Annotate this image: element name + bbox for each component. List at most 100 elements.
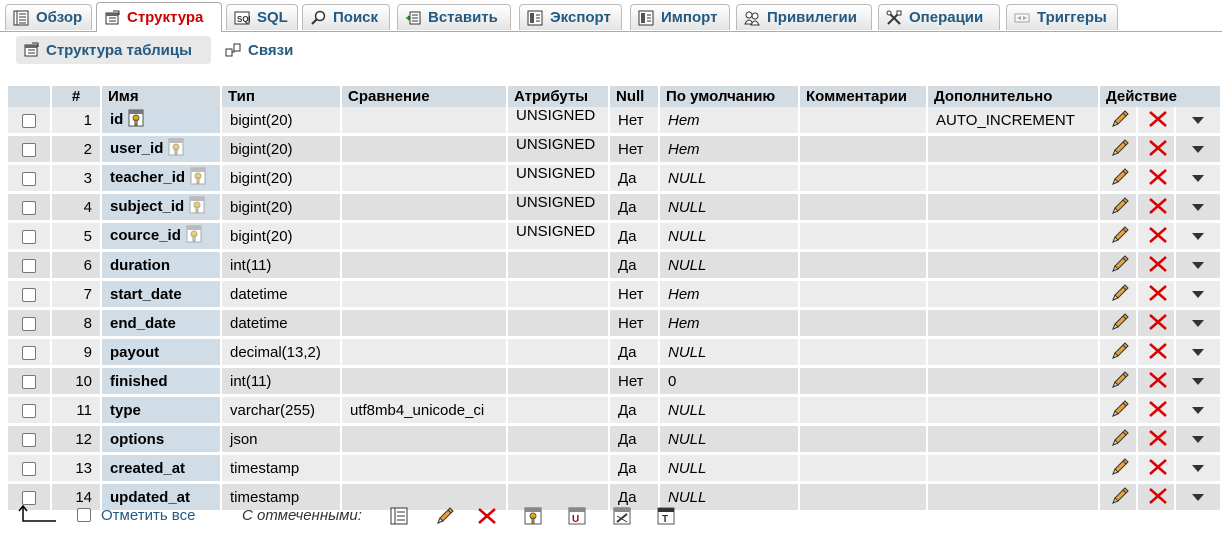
index-icon[interactable]	[612, 506, 632, 526]
column-name-cell[interactable]: duration	[102, 252, 220, 281]
drop-icon[interactable]	[1146, 455, 1170, 479]
tab-operations[interactable]: Операции	[878, 4, 1000, 30]
column-name-cell[interactable]: end_date	[102, 310, 220, 339]
edit-icon[interactable]	[1108, 252, 1132, 276]
edit-icon[interactable]	[1108, 136, 1132, 160]
more-action[interactable]	[1176, 107, 1221, 136]
tab-triggers[interactable]: Триггеры	[1006, 4, 1118, 30]
drop-action[interactable]	[1138, 397, 1174, 426]
edit-icon[interactable]	[1108, 194, 1132, 218]
column-header[interactable]: Имя	[102, 86, 220, 107]
column-name-cell[interactable]: options	[102, 426, 220, 455]
edit-icon[interactable]	[1108, 223, 1132, 247]
edit-icon[interactable]	[435, 506, 455, 526]
drop-action[interactable]	[1138, 426, 1174, 455]
column-header[interactable]: По умолчанию	[660, 86, 798, 107]
column-header[interactable]: Сравнение	[342, 86, 506, 107]
primary-key-icon[interactable]	[523, 506, 543, 526]
edit-action[interactable]	[1100, 281, 1136, 310]
drop-action[interactable]	[1138, 194, 1174, 223]
more-action[interactable]	[1176, 165, 1221, 194]
fulltext-icon[interactable]: T	[656, 506, 676, 526]
subtab-relations[interactable]: Связи	[218, 36, 308, 64]
row-checkbox[interactable]	[8, 136, 50, 165]
edit-action[interactable]	[1100, 252, 1136, 281]
drop-icon[interactable]	[1146, 136, 1170, 160]
column-name-cell[interactable]: start_date	[102, 281, 220, 310]
edit-action[interactable]	[1100, 107, 1136, 136]
drop-action[interactable]	[1138, 252, 1174, 281]
edit-action[interactable]	[1100, 368, 1136, 397]
column-name-cell[interactable]: created_at	[102, 455, 220, 484]
drop-icon[interactable]	[1146, 107, 1170, 131]
drop-action[interactable]	[1138, 281, 1174, 310]
row-checkbox[interactable]	[8, 368, 50, 397]
column-header[interactable]: Атрибуты	[508, 86, 608, 107]
more-dropdown-icon[interactable]	[1186, 108, 1210, 132]
subtab-table-structure[interactable]: Структура таблицы	[16, 36, 211, 64]
edit-icon[interactable]	[1108, 397, 1132, 421]
more-action[interactable]	[1176, 426, 1221, 455]
column-header[interactable]: Тип	[222, 86, 340, 107]
drop-action[interactable]	[1138, 165, 1174, 194]
column-name-cell[interactable]: type	[102, 397, 220, 426]
drop-action[interactable]	[1138, 368, 1174, 397]
tab-structure[interactable]: Структура	[96, 2, 222, 32]
unique-icon[interactable]: U	[567, 506, 587, 526]
more-dropdown-icon[interactable]	[1186, 398, 1210, 422]
check-all-link[interactable]: Отметить все	[101, 502, 195, 528]
more-dropdown-icon[interactable]	[1186, 166, 1210, 190]
check-all-checkbox[interactable]	[77, 502, 91, 528]
browse-icon[interactable]	[389, 506, 409, 526]
column-name-cell[interactable]: user_id	[102, 136, 220, 165]
edit-action[interactable]	[1100, 339, 1136, 368]
drop-action[interactable]	[1138, 339, 1174, 368]
row-checkbox[interactable]	[8, 165, 50, 194]
drop-action[interactable]	[1138, 223, 1174, 252]
more-action[interactable]	[1176, 194, 1221, 223]
row-checkbox[interactable]	[8, 310, 50, 339]
more-dropdown-icon[interactable]	[1186, 224, 1210, 248]
edit-action[interactable]	[1100, 455, 1136, 484]
row-checkbox[interactable]	[8, 397, 50, 426]
drop-icon[interactable]	[1146, 397, 1170, 421]
drop-icon[interactable]	[477, 506, 497, 526]
drop-action[interactable]	[1138, 136, 1174, 165]
edit-icon[interactable]	[1108, 310, 1132, 334]
column-header[interactable]: Дополнительно	[928, 86, 1098, 107]
row-checkbox[interactable]	[8, 194, 50, 223]
edit-icon[interactable]	[1108, 426, 1132, 450]
drop-icon[interactable]	[1146, 426, 1170, 450]
edit-action[interactable]	[1100, 223, 1136, 252]
more-action[interactable]	[1176, 310, 1221, 339]
more-dropdown-icon[interactable]	[1186, 311, 1210, 335]
column-name-cell[interactable]: subject_id	[102, 194, 220, 223]
drop-icon[interactable]	[1146, 368, 1170, 392]
more-action[interactable]	[1176, 252, 1221, 281]
column-name-cell[interactable]: cource_id	[102, 223, 220, 252]
more-action[interactable]	[1176, 368, 1221, 397]
drop-icon[interactable]	[1146, 194, 1170, 218]
drop-icon[interactable]	[1146, 165, 1170, 189]
edit-icon[interactable]	[1108, 339, 1132, 363]
more-dropdown-icon[interactable]	[1186, 195, 1210, 219]
more-dropdown-icon[interactable]	[1186, 282, 1210, 306]
tab-search[interactable]: Поиск	[302, 4, 390, 30]
more-dropdown-icon[interactable]	[1186, 427, 1210, 451]
drop-icon[interactable]	[1146, 310, 1170, 334]
edit-action[interactable]	[1100, 426, 1136, 455]
edit-icon[interactable]	[1108, 368, 1132, 392]
row-checkbox[interactable]	[8, 252, 50, 281]
drop-icon[interactable]	[1146, 223, 1170, 247]
more-action[interactable]	[1176, 397, 1221, 426]
drop-action[interactable]	[1138, 310, 1174, 339]
tab-privileges[interactable]: Привилегии	[736, 4, 872, 30]
column-name-cell[interactable]: teacher_id	[102, 165, 220, 194]
more-action[interactable]	[1176, 339, 1221, 368]
drop-action[interactable]	[1138, 107, 1174, 136]
more-action[interactable]	[1176, 455, 1221, 484]
edit-action[interactable]	[1100, 165, 1136, 194]
column-name-cell[interactable]: finished	[102, 368, 220, 397]
row-checkbox[interactable]	[8, 426, 50, 455]
column-name-cell[interactable]: payout	[102, 339, 220, 368]
